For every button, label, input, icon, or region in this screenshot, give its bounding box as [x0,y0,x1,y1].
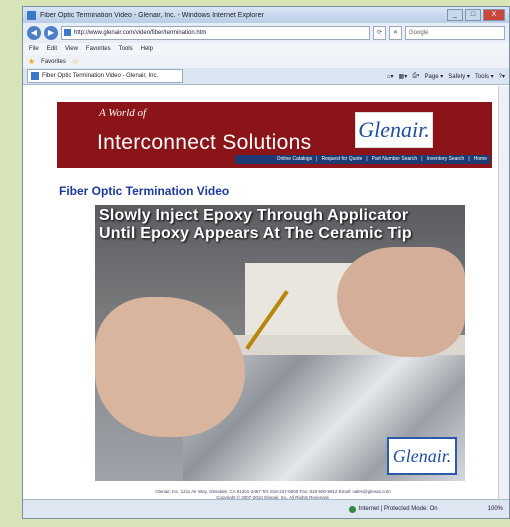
nav-link-part-search[interactable]: Part Number Search [372,155,418,164]
scrollbar[interactable] [498,86,509,500]
window-title: Fiber Optic Termination Video - Glenair,… [40,11,264,19]
banner-tagline: A World of [99,107,147,119]
menu-bar: File Edit View Favorites Tools Help [23,43,509,55]
command-page[interactable]: Page ▾ [425,73,444,80]
refresh-icon[interactable]: ⟳ [372,26,386,40]
back-button[interactable]: ◀ [27,26,41,40]
site-banner: A World of Interconnect Solutions Glenai… [57,102,492,168]
nav-link-inventory[interactable]: Inventory Search [427,155,465,164]
tab-current[interactable]: Fiber Optic Termination Video - Glenair,… [27,69,183,83]
title-bar: Fiber Optic Termination Video - Glenair,… [23,7,509,23]
status-bar: Internet | Protected Mode: On 100% [23,499,509,518]
stop-icon[interactable]: ✕ [388,26,402,40]
page-title: Fiber Optic Termination Video [59,184,230,198]
favorites-label[interactable]: Favorites [41,59,66,65]
video-logo: Glenair. [387,437,457,475]
video-caption-line1: Slowly Inject Epoxy Through Applicator [99,207,409,224]
zone-label: Internet | Protected Mode: On [358,506,438,512]
print-icon[interactable]: ⎙▾ [412,73,419,80]
video-player[interactable]: Slowly Inject Epoxy Through Applicator U… [95,205,465,481]
command-tools[interactable]: Tools ▾ [475,73,494,80]
browser-window: Fiber Optic Termination Video - Glenair,… [22,6,510,519]
search-input[interactable]: Google [405,26,505,40]
menu-help[interactable]: Help [141,46,153,52]
menu-edit[interactable]: Edit [47,46,57,52]
security-zone: Internet | Protected Mode: On [348,505,438,513]
nav-link-quote[interactable]: Request for Quote [321,155,362,164]
menu-view[interactable]: View [65,46,78,52]
maximize-button[interactable]: □ [465,9,481,21]
video-caption-line2: Until Epoxy Appears At The Ceramic Tip [99,225,412,242]
help-icon[interactable]: ?▾ [499,73,505,80]
feeds-icon[interactable]: ▦▾ [399,73,408,80]
minimize-button[interactable]: _ [447,9,463,21]
banner-headline: Interconnect Solutions [97,131,312,154]
home-icon[interactable]: ⌂▾ [387,73,394,80]
globe-icon [348,505,356,513]
menu-tools[interactable]: Tools [119,46,133,52]
add-favorite-icon[interactable]: ☆ [72,57,79,66]
address-bar[interactable]: http://www.glenair.com/video/fiber/termi… [61,26,370,40]
glenair-logo[interactable]: Glenair. [355,112,433,148]
forward-button[interactable]: ▶ [44,26,58,40]
address-row: ◀ ▶ http://www.glenair.com/video/fiber/t… [23,23,509,43]
nav-link-home[interactable]: Home [474,155,487,164]
page-content: A World of Interconnect Solutions Glenai… [23,86,509,500]
zoom-level[interactable]: 100% [488,506,503,512]
nav-link-catalogs[interactable]: Online Catalogs [277,155,313,164]
favorites-bar: ★ Favorites ☆ [23,55,509,68]
ie-icon [27,10,36,20]
command-bar: ⌂▾ ▦▾ ⎙▾ Page ▾ Safety ▾ Tools ▾ ?▾ [387,73,505,80]
menu-favorites[interactable]: Favorites [86,46,111,52]
tab-row: Fiber Optic Termination Video - Glenair,… [23,68,509,85]
command-safety[interactable]: Safety ▾ [448,73,470,80]
site-nav: Online Catalogs | Request for Quote | Part… [235,155,490,164]
menu-file[interactable]: File [29,46,39,52]
close-button[interactable]: X [483,9,505,21]
favorites-star-icon[interactable]: ★ [28,57,35,66]
video-hand-left [95,297,245,437]
